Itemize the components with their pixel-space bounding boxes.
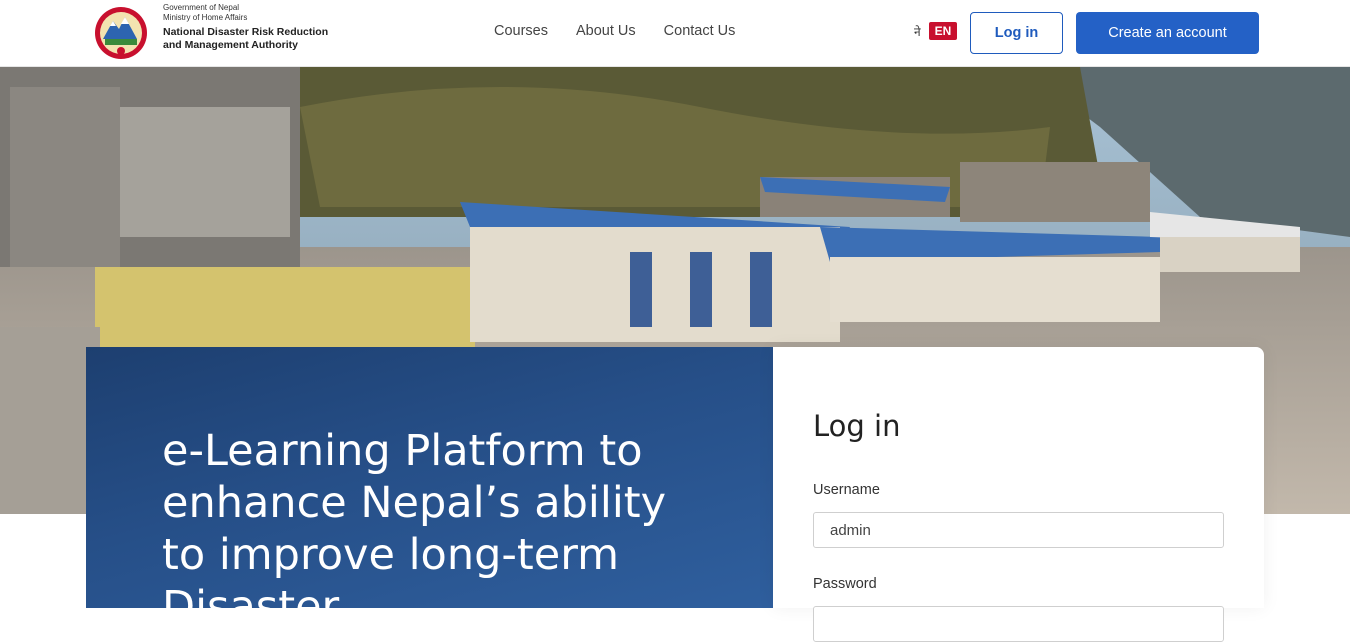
org-name-line1: National Disaster Risk Reduction: [163, 26, 329, 38]
org-line2: Ministry of Home Affairs: [163, 13, 248, 22]
username-label: Username: [813, 482, 880, 498]
site-header: Government of Nepal Ministry of Home Aff…: [0, 0, 1350, 67]
login-title: Log in: [813, 409, 901, 443]
header-login-button[interactable]: Log in: [970, 12, 1063, 54]
nav-contact-us[interactable]: Contact Us: [664, 23, 736, 39]
org-name-line2: and Management Authority: [163, 39, 298, 51]
create-account-button[interactable]: Create an account: [1076, 12, 1259, 54]
nav-courses[interactable]: Courses: [494, 23, 548, 39]
password-label: Password: [813, 576, 877, 592]
username-input[interactable]: [813, 512, 1224, 548]
hero-headline: e-Learning Platform to enhance Nepal’s a…: [162, 426, 667, 608]
language-switcher: ने EN: [910, 22, 958, 40]
nepal-emblem-logo[interactable]: [91, 5, 151, 61]
login-card: Log in Username Password: [773, 347, 1264, 642]
lang-english[interactable]: EN: [928, 22, 958, 40]
main-nav: Courses About Us Contact Us: [494, 23, 735, 39]
org-line1: Government of Nepal: [163, 3, 240, 12]
hero-banner: e-Learning Platform to enhance Nepal’s a…: [86, 347, 774, 608]
nav-about-us[interactable]: About Us: [576, 23, 636, 39]
organization-title: Government of Nepal Ministry of Home Aff…: [163, 3, 328, 52]
lang-nepali[interactable]: ने: [910, 23, 925, 40]
password-input[interactable]: [813, 606, 1224, 642]
